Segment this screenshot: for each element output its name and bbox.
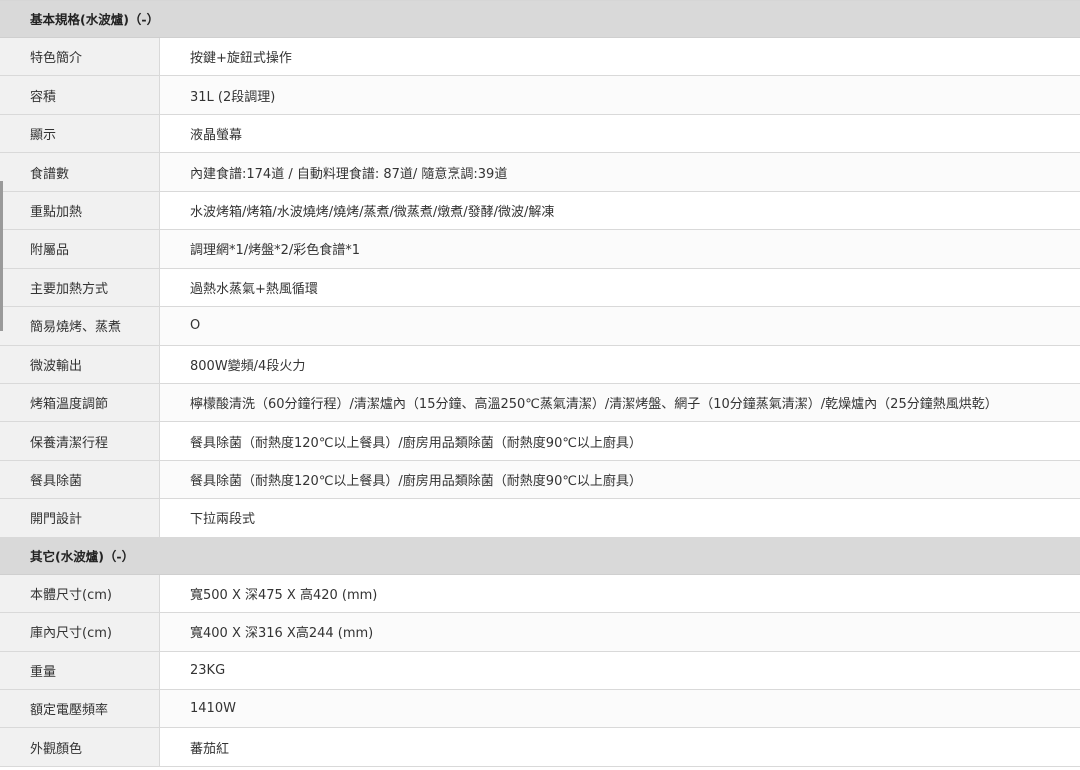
- table-row: 容積 31L (2段調理): [0, 76, 1080, 115]
- row-label: 主要加熱方式: [0, 268, 160, 307]
- table-row: 重點加熱 水波烤箱/烤箱/水波燒烤/燒烤/蒸煮/微蒸煮/燉煮/發酵/微波/解凍: [0, 191, 1080, 231]
- table-row: 開門設計 下拉兩段式: [0, 499, 1080, 538]
- table-row: 主要加熱方式 過熱水蒸氣+熱風循環: [0, 268, 1080, 308]
- row-label: 微波輸出: [0, 345, 160, 383]
- row-value: 31L (2段調理): [160, 76, 1080, 114]
- row-value: 調理網*1/烤盤*2/彩色食譜*1: [160, 230, 1080, 268]
- row-label: 額定電壓頻率: [0, 690, 160, 728]
- row-label: 重量: [0, 651, 160, 689]
- row-label: 本體尺寸(cm): [0, 574, 160, 613]
- row-label: 食譜數: [0, 153, 160, 191]
- spec-table: 基本規格(水波爐)（-） 特色簡介 按鍵+旋鈕式操作 容積 31L (2段調理) 顯…: [0, 0, 1080, 767]
- section-body-basic-specs: 特色簡介 按鍵+旋鈕式操作 容積 31L (2段調理) 顯示 液晶螢幕 食譜數 內建食譜…: [0, 38, 1080, 538]
- row-value: 按鍵+旋鈕式操作: [190, 51, 292, 67]
- row-value: 檸檬酸清洗（60分鐘行程）/清潔爐內（15分鐘、高溫250℃蒸氣清潔）/清潔烤盤…: [160, 383, 1080, 422]
- table-row: 保養清潔行程 餐具除菌（耐熱度120℃以上餐具）/廚房用品類除菌（耐熱度90℃以上…: [0, 422, 1080, 461]
- row-label: 重點加熱: [0, 191, 160, 230]
- row-value: 水波烤箱/烤箱/水波燒烤/燒烤/蒸煮/微蒸煮/燉煮/發酵/微波/解凍: [190, 204, 555, 220]
- row-label: 附屬品: [0, 230, 160, 268]
- table-row: 簡易燒烤、蒸煮 O: [0, 307, 1080, 346]
- table-row: 餐具除菌 餐具除菌（耐熱度120℃以上餐具）/廚房用品類除菌（耐熱度90℃以上廚具…: [0, 460, 1080, 500]
- table-row: 烤箱溫度調節 檸檬酸清洗（60分鐘行程）/清潔爐內（15分鐘、高溫250℃蒸氣清潔…: [0, 383, 1080, 423]
- table-row: 顯示 液晶螢幕: [0, 114, 1080, 154]
- table-row: 外觀顏色 蕃茄紅: [0, 728, 1080, 767]
- row-value: 內建食譜:174道 / 自動料理食譜: 87道/ 隨意烹調:39道: [160, 153, 1080, 191]
- row-value: 液晶螢幕: [190, 128, 243, 144]
- section-header-others: 其它(水波爐)（-）: [0, 537, 1080, 575]
- row-label: 簡易燒烤、蒸煮: [0, 307, 160, 345]
- row-value: 下拉兩段式: [190, 512, 256, 528]
- row-label: 保養清潔行程: [0, 422, 160, 460]
- row-value: 23KG: [190, 662, 226, 678]
- row-value: 蕃茄紅: [190, 741, 230, 757]
- table-row: 重量 23KG: [0, 651, 1080, 690]
- row-value: 800W變頻/4段火力: [190, 358, 306, 374]
- row-label: 外觀顏色: [0, 728, 160, 766]
- row-value: 餐具除菌（耐熱度120℃以上餐具）/廚房用品類除菌（耐熱度90℃以上廚具）: [190, 435, 642, 451]
- row-label: 顯示: [0, 114, 160, 153]
- row-label: 容積: [0, 76, 160, 114]
- row-value: 1410W: [160, 690, 1080, 728]
- table-row: 庫內尺寸(cm) 寬400 X 深316 X高244 (mm): [0, 613, 1080, 652]
- table-row: 額定電壓頻率 1410W: [0, 690, 1080, 729]
- table-row: 特色簡介 按鍵+旋鈕式操作: [0, 38, 1080, 77]
- table-row: 附屬品 調理網*1/烤盤*2/彩色食譜*1: [0, 230, 1080, 269]
- row-label: 開門設計: [0, 499, 160, 537]
- row-label: 餐具除菌: [0, 460, 160, 499]
- section-header-basic-specs: 基本規格(水波爐)（-）: [0, 1, 1080, 38]
- scroll-indicator: [0, 181, 3, 331]
- row-value: 寬500 X 深475 X 高420 (mm): [190, 587, 378, 603]
- row-value: 過熱水蒸氣+熱風循環: [190, 281, 318, 297]
- row-value: O: [160, 307, 1080, 345]
- table-row: 本體尺寸(cm) 寬500 X 深475 X 高420 (mm): [0, 574, 1080, 614]
- row-label: 特色簡介: [0, 38, 160, 76]
- section-body-others: 本體尺寸(cm) 寬500 X 深475 X 高420 (mm) 庫內尺寸(cm)…: [0, 574, 1080, 767]
- row-value: 餐具除菌（耐熱度120℃以上餐具）/廚房用品類除菌（耐熱度90℃以上廚具）: [160, 460, 1080, 499]
- table-row: 微波輸出 800W變頻/4段火力: [0, 345, 1080, 384]
- row-label: 庫內尺寸(cm): [0, 613, 160, 651]
- row-label: 烤箱溫度調節: [0, 383, 160, 422]
- table-row: 食譜數 內建食譜:174道 / 自動料理食譜: 87道/ 隨意烹調:39道: [0, 153, 1080, 192]
- row-value: 寬400 X 深316 X高244 (mm): [160, 613, 1080, 651]
